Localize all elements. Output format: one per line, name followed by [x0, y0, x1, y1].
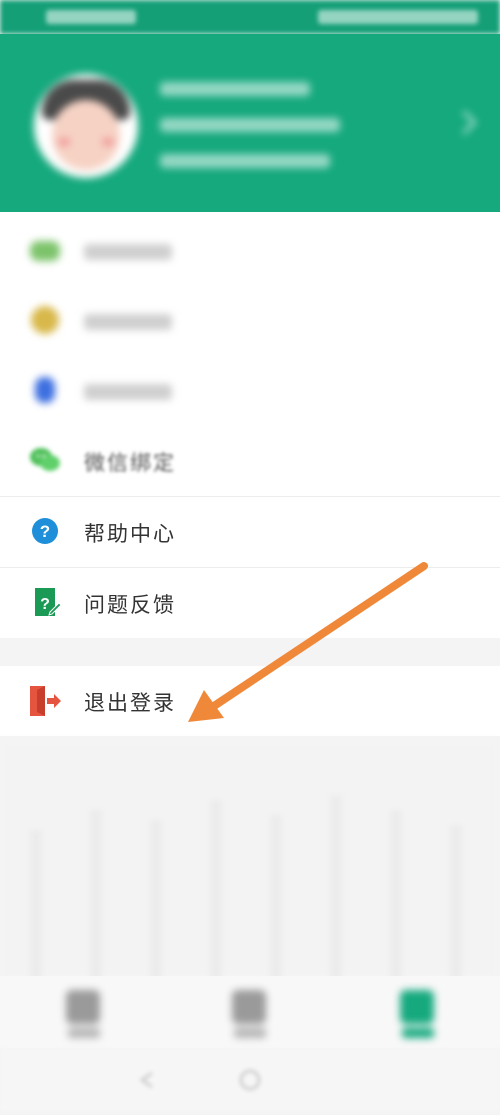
- grid-icon: [232, 990, 266, 1024]
- menu-item-wechat[interactable]: 微信绑定: [0, 426, 500, 496]
- menu-label-feedback: 问题反馈: [84, 593, 176, 617]
- wechat-icon: [30, 448, 60, 471]
- chevron-right-icon[interactable]: [452, 110, 477, 135]
- menu-label-help: 帮助中心: [84, 522, 176, 546]
- profile-name-line: [160, 82, 310, 96]
- user-icon: [400, 990, 434, 1024]
- menu-label-wechat: 微信绑定: [84, 451, 176, 475]
- home-circle-icon[interactable]: [239, 1069, 261, 1091]
- svg-text:?: ?: [40, 596, 50, 613]
- favorite-icon: [31, 306, 59, 334]
- menu-item-help[interactable]: ? 帮助中心: [0, 497, 500, 567]
- download-icon: [30, 241, 60, 261]
- tab-home-label: [68, 1028, 100, 1038]
- logout-icon: [30, 686, 61, 716]
- menu-label-message: [84, 384, 172, 400]
- status-bar: [0, 0, 500, 34]
- bottom-nav: [0, 976, 500, 1048]
- tab-home[interactable]: [24, 982, 144, 1044]
- carrier-indicators: [46, 10, 136, 24]
- system-indicators: [318, 10, 478, 24]
- avatar[interactable]: [34, 74, 138, 178]
- feedback-icon: ?: [35, 588, 62, 616]
- question-icon: ?: [32, 518, 58, 544]
- logout-button[interactable]: 退出登录: [0, 666, 500, 736]
- tab-apps[interactable]: [190, 982, 310, 1044]
- logout-label: 退出登录: [84, 691, 176, 715]
- background-pattern: [0, 740, 500, 980]
- menu-item-feedback[interactable]: ? 问题反馈: [0, 568, 500, 638]
- menu-item-favorite[interactable]: [0, 286, 500, 356]
- menu-item-message[interactable]: [0, 356, 500, 426]
- bell-icon: [35, 377, 55, 403]
- menu-item-download[interactable]: [0, 216, 500, 286]
- profile-username-line: [160, 118, 340, 132]
- tab-profile-label: [402, 1028, 434, 1038]
- tab-apps-label: [234, 1028, 266, 1038]
- menu-label-favorite: [84, 314, 172, 330]
- tab-profile[interactable]: [358, 982, 478, 1044]
- system-nav-bar: [0, 1048, 500, 1111]
- home-icon: [66, 990, 100, 1024]
- profile-header[interactable]: [0, 34, 500, 212]
- svg-text:?: ?: [40, 522, 50, 541]
- menu-list: 微信绑定 ? 帮助中心 ? 问题反馈: [0, 212, 500, 638]
- profile-school-line: [160, 154, 330, 168]
- back-icon[interactable]: [139, 1071, 153, 1089]
- menu-label-download: [84, 244, 172, 260]
